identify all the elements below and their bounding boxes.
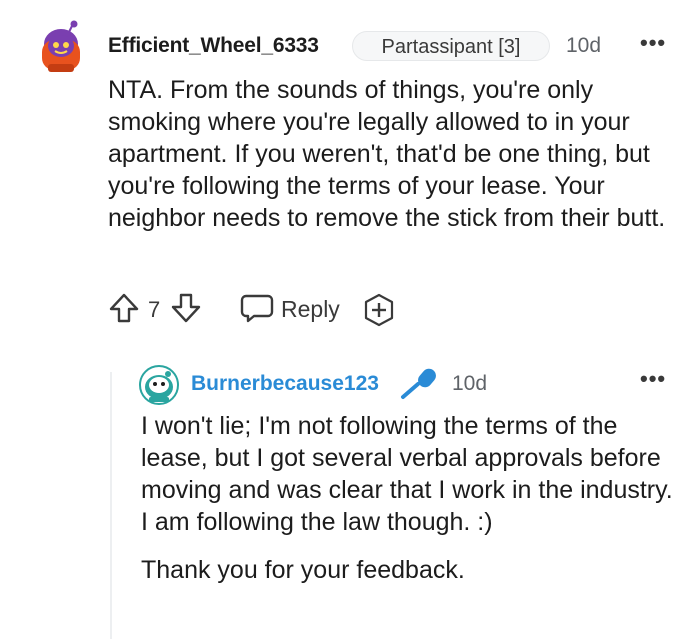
award-icon[interactable] (362, 293, 396, 327)
thread-line[interactable] (110, 372, 112, 639)
snoo-avatar-icon[interactable] (36, 20, 86, 76)
vote-count: 7 (148, 297, 161, 322)
reply-timestamp: 10d (452, 372, 488, 395)
reply-author[interactable]: Burnerbecause123 (191, 372, 379, 396)
reply-icon[interactable] (240, 293, 274, 323)
reply-button[interactable]: Reply (281, 296, 340, 323)
reply-paragraph: Thank you for your feedback. (141, 556, 465, 584)
reply-body: I won't lie; I'm not following the terms… (141, 410, 681, 602)
upvote-icon[interactable] (108, 292, 140, 324)
more-options-icon[interactable]: ••• (640, 32, 666, 54)
microphone-icon (401, 368, 436, 399)
comment-timestamp: 10d (566, 34, 602, 57)
comment-thread: Efficient_Wheel_6333 Partassipant [3] 10… (0, 0, 700, 639)
reply-paragraph: I won't lie; I'm not following the terms… (141, 412, 673, 536)
comment-body: NTA. From the sounds of things, you're o… (108, 76, 666, 232)
comment-author[interactable]: Efficient_Wheel_6333 (108, 34, 319, 58)
user-flair-badge: Partassipant [3] (352, 31, 550, 61)
reply-avatar-icon[interactable] (139, 365, 179, 405)
downvote-icon[interactable] (170, 292, 202, 324)
reply-more-options-icon[interactable]: ••• (640, 368, 666, 390)
